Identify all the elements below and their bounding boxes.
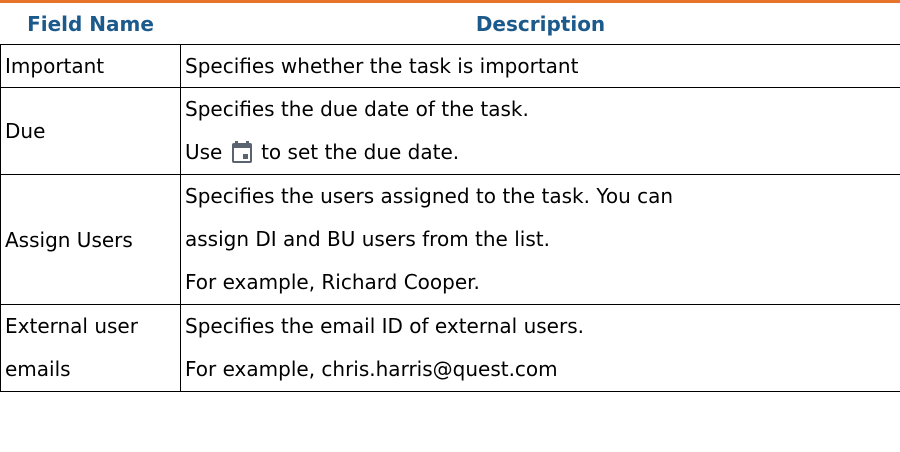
field-name-important: Important [5,54,105,78]
description-cell: Specifies the due date of the task. Use [180,87,900,175]
field-cell: Assign Users [0,174,181,305]
table-header-row: Field Name Description [0,3,900,45]
description-line: assign DI and BU users from the list. [185,227,550,251]
description-cell: Specifies the users assigned to the task… [180,174,900,305]
description-cell: Specifies whether the task is important [180,44,900,88]
calendar-icon [231,136,253,163]
description-cell: Specifies the email ID of external users… [180,304,900,392]
description-line: Specifies the due date of the task. [185,97,529,121]
field-table-page: Field Name Description Important Specifi… [0,0,900,452]
field-name-external-user-emails-line: emails [5,357,71,381]
description-line: Specifies whether the task is important [185,54,579,78]
table-row: Important Specifies whether the task is … [0,44,900,88]
use-prefix: Use [185,140,223,164]
table-row: Assign Users Specifies the users assigne… [0,174,900,305]
description-line: Specifies the email ID of external users… [185,314,584,338]
field-name-due: Due [5,119,46,143]
field-description-table: Field Name Description Important Specifi… [0,3,900,392]
field-cell: External user emails [0,304,181,392]
field-cell: Important [0,44,181,88]
header-field-name: Field Name [0,3,181,45]
table-row: Due Specifies the due date of the task. … [0,87,900,175]
field-name-external-user-emails-line: External user [5,314,138,338]
description-line: Specifies the users assigned to the task… [185,184,674,208]
description-line: For example, Richard Cooper. [185,270,480,294]
table-row: External user emails Specifies the email… [0,304,900,392]
use-suffix: to set the due date. [261,140,460,164]
field-name-assign-users: Assign Users [5,227,133,252]
field-cell: Due [0,87,181,175]
header-description: Description [180,3,900,45]
description-line-with-icon: Use to set the due date. [185,131,896,174]
description-line: For example, chris.harris@quest.com [185,357,558,381]
